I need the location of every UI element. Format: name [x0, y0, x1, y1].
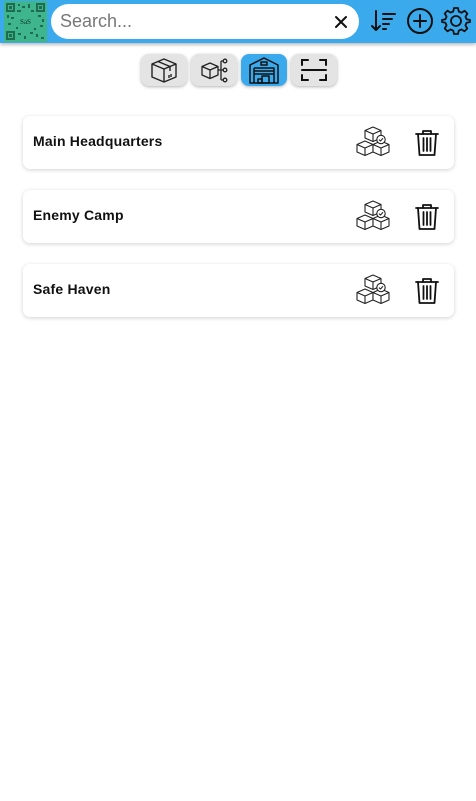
delete-button[interactable]	[414, 276, 440, 306]
location-name: Safe Haven	[33, 281, 111, 297]
settings-button[interactable]	[441, 6, 471, 36]
close-icon	[335, 16, 347, 28]
sort-button[interactable]	[369, 6, 399, 36]
inventory-button[interactable]	[356, 273, 392, 309]
trash-icon	[415, 278, 439, 304]
location-name: Main Headquarters	[33, 133, 163, 149]
inventory-button[interactable]	[356, 125, 392, 161]
delete-button[interactable]	[414, 128, 440, 158]
qr-code-icon: SaS	[4, 1, 47, 42]
tab-scan[interactable]	[291, 54, 337, 86]
add-button[interactable]	[405, 6, 435, 36]
clear-search-button[interactable]	[331, 12, 351, 32]
sort-icon	[371, 10, 396, 31]
inventory-button[interactable]	[356, 199, 392, 235]
add-circle-icon	[407, 8, 433, 34]
boxes-check-icon	[356, 126, 390, 157]
tab-locations[interactable]	[241, 54, 287, 86]
box-icon	[151, 58, 177, 83]
tab-groups[interactable]	[191, 54, 237, 86]
trash-icon	[415, 204, 439, 230]
top-bar: SaS	[0, 0, 476, 43]
gear-icon	[441, 7, 471, 35]
search-input[interactable]	[60, 8, 328, 35]
warehouse-icon	[249, 57, 279, 84]
search-bar	[51, 4, 359, 39]
tab-items[interactable]	[141, 54, 187, 86]
logo-text: SaS	[20, 18, 31, 26]
boxes-check-icon	[356, 200, 390, 231]
location-card[interactable]: Safe Haven	[23, 264, 454, 317]
location-name: Enemy Camp	[33, 207, 124, 223]
location-card[interactable]: Main Headquarters	[23, 116, 454, 169]
boxes-check-icon	[356, 274, 390, 305]
delete-button[interactable]	[414, 202, 440, 232]
trash-icon	[415, 130, 439, 156]
location-card[interactable]: Enemy Camp	[23, 190, 454, 243]
scan-icon	[301, 59, 327, 81]
qr-logo[interactable]: SaS	[4, 1, 47, 42]
box-network-icon	[201, 58, 228, 83]
